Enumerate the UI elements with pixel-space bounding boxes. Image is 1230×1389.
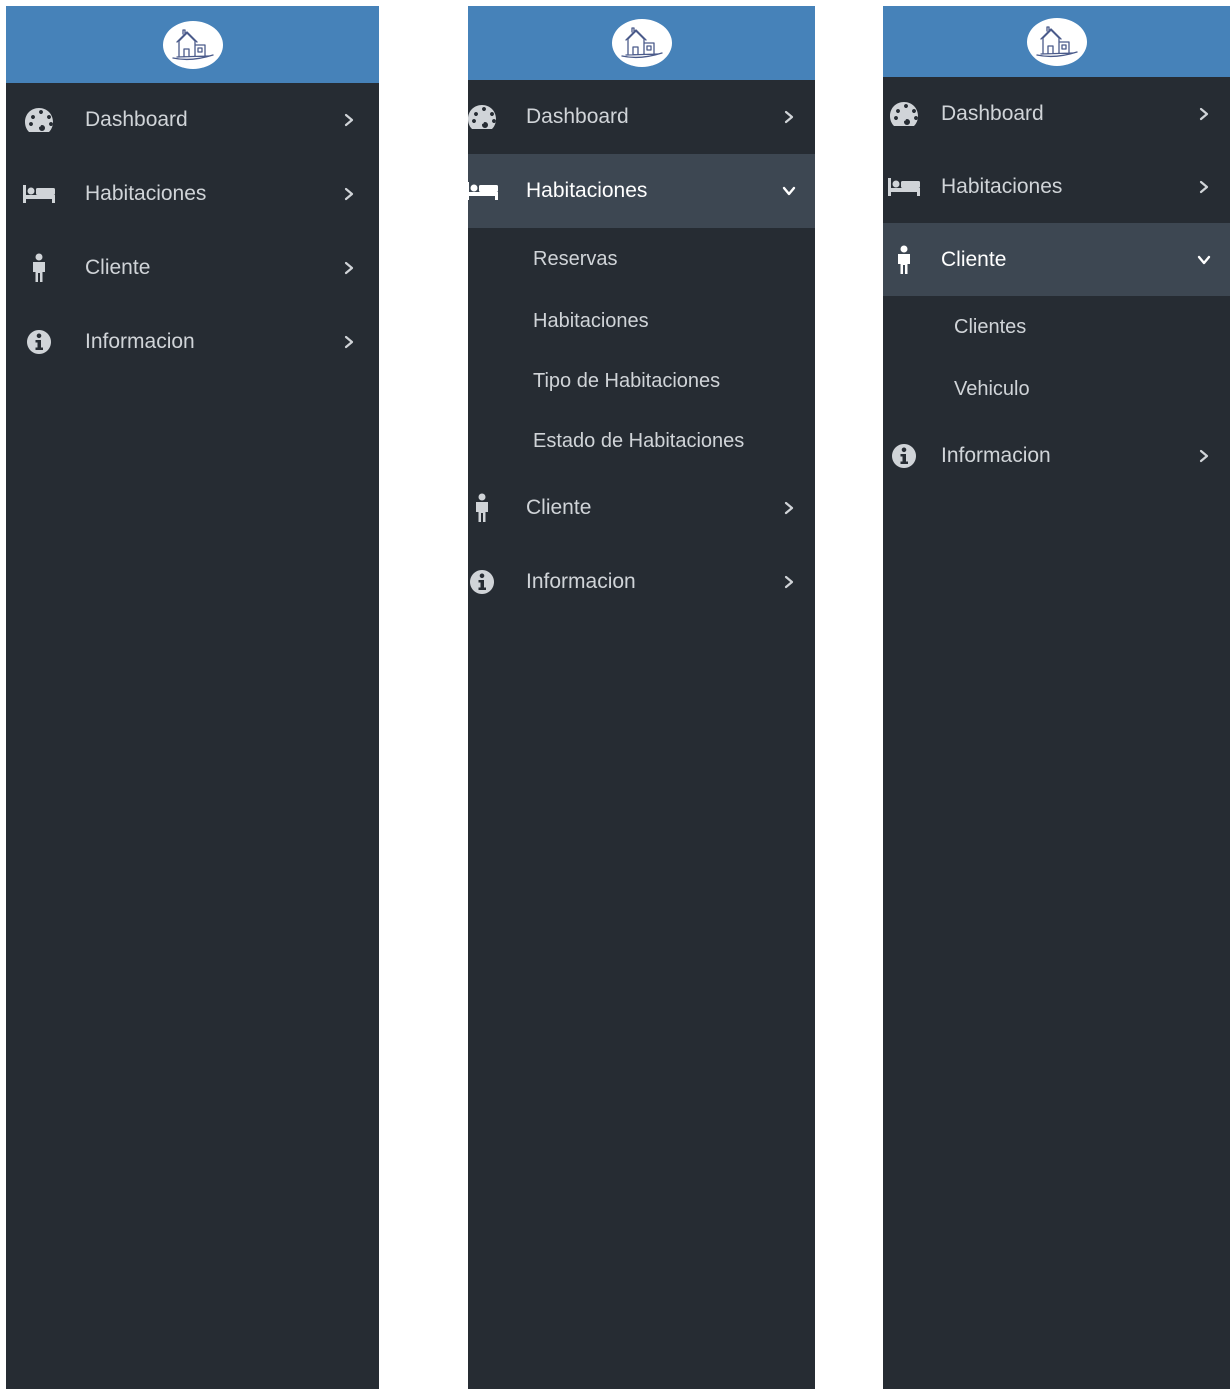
sidebar-item-label: Cliente xyxy=(85,256,151,279)
chevron-down-icon xyxy=(782,184,796,198)
sidebar-item-label: Dashboard xyxy=(526,105,629,128)
chevron-right-icon xyxy=(1197,180,1211,194)
sidebar-item-label: Dashboard xyxy=(941,101,1044,125)
sidebar-cliente-expanded: Dashboard Habitaciones Cliente Clientes … xyxy=(883,6,1230,1389)
sidebar-item-informacion[interactable]: Informacion xyxy=(468,545,815,619)
info-circle-icon xyxy=(22,328,56,356)
sidebar-item-habitaciones[interactable]: Habitaciones xyxy=(6,157,379,231)
sidebar-item-informacion[interactable]: Informacion xyxy=(6,305,379,379)
sidebar-item-habitaciones[interactable]: Habitaciones xyxy=(883,150,1230,223)
bed-icon xyxy=(468,177,499,205)
sidebar-item-label: Informacion xyxy=(85,330,195,353)
chevron-right-icon xyxy=(782,575,796,589)
sidebar-item-label: Habitaciones xyxy=(941,174,1063,198)
sidebar-menu: Dashboard Habitaciones Reservas Habitaci… xyxy=(468,80,815,619)
sidebar-item-label: Habitaciones xyxy=(526,179,648,202)
chevron-right-icon xyxy=(782,110,796,124)
house-logo-icon[interactable] xyxy=(1026,17,1087,66)
sidebar-item-label: Informacion xyxy=(941,443,1051,467)
sidebar-item-cliente[interactable]: Cliente xyxy=(6,231,379,305)
person-icon xyxy=(22,254,56,282)
dashboard-gauge-icon xyxy=(22,106,56,134)
chevron-right-icon xyxy=(342,261,356,275)
sidebar-header xyxy=(883,6,1230,77)
info-circle-icon xyxy=(887,442,921,470)
submenu-cliente: Clientes Vehiculo xyxy=(883,296,1230,419)
dashboard-gauge-icon xyxy=(468,103,499,131)
chevron-right-icon xyxy=(782,501,796,515)
bed-icon xyxy=(887,173,921,201)
house-logo-icon[interactable] xyxy=(162,20,223,69)
sidebar-item-label: Dashboard xyxy=(85,108,188,131)
chevron-right-icon xyxy=(342,113,356,127)
house-logo-icon[interactable] xyxy=(611,19,672,67)
sidebar-header xyxy=(6,6,379,83)
sidebar-item-cliente[interactable]: Cliente xyxy=(468,471,815,545)
chevron-right-icon xyxy=(1197,449,1211,463)
sidebar-item-dashboard[interactable]: Dashboard xyxy=(6,83,379,157)
submenu-item-reservas[interactable]: Reservas xyxy=(468,228,815,291)
chevron-right-icon xyxy=(342,187,356,201)
stage: Dashboard Habitaciones Cliente Informaci… xyxy=(0,0,1230,1389)
sidebar-item-label: Habitaciones xyxy=(85,182,207,205)
sidebar-item-dashboard[interactable]: Dashboard xyxy=(468,80,815,154)
submenu-habitaciones: Reservas Habitaciones Tipo de Habitacion… xyxy=(468,228,815,471)
sidebar-item-label: Cliente xyxy=(526,496,592,519)
sidebar-item-cliente[interactable]: Cliente xyxy=(883,223,1230,296)
sidebar-item-label: Cliente xyxy=(941,247,1007,271)
dashboard-gauge-icon xyxy=(887,100,921,128)
submenu-item-vehiculo[interactable]: Vehiculo xyxy=(883,359,1230,419)
sidebar-menu: Dashboard Habitaciones Cliente Clientes … xyxy=(883,77,1230,492)
sidebar-item-dashboard[interactable]: Dashboard xyxy=(883,77,1230,150)
sidebar-item-habitaciones[interactable]: Habitaciones xyxy=(468,154,815,228)
submenu-item-habitaciones[interactable]: Habitaciones xyxy=(468,291,815,351)
chevron-right-icon xyxy=(1197,107,1211,121)
person-icon xyxy=(468,494,499,522)
person-icon xyxy=(887,246,921,274)
submenu-item-estado-de-habitaciones[interactable]: Estado de Habitaciones xyxy=(468,411,815,471)
chevron-down-icon xyxy=(1197,253,1211,267)
bed-icon xyxy=(22,180,56,208)
sidebar-habitaciones-expanded: Dashboard Habitaciones Reservas Habitaci… xyxy=(468,6,815,1389)
sidebar-menu: Dashboard Habitaciones Cliente Informaci… xyxy=(6,83,379,379)
sidebar-item-informacion[interactable]: Informacion xyxy=(883,419,1230,492)
submenu-item-clientes[interactable]: Clientes xyxy=(883,296,1230,359)
sidebar-item-label: Informacion xyxy=(526,570,636,593)
submenu-item-tipo-de-habitaciones[interactable]: Tipo de Habitaciones xyxy=(468,351,815,411)
info-circle-icon xyxy=(468,568,499,596)
chevron-right-icon xyxy=(342,335,356,349)
sidebar-collapsed: Dashboard Habitaciones Cliente Informaci… xyxy=(6,6,379,1389)
sidebar-header xyxy=(468,6,815,80)
